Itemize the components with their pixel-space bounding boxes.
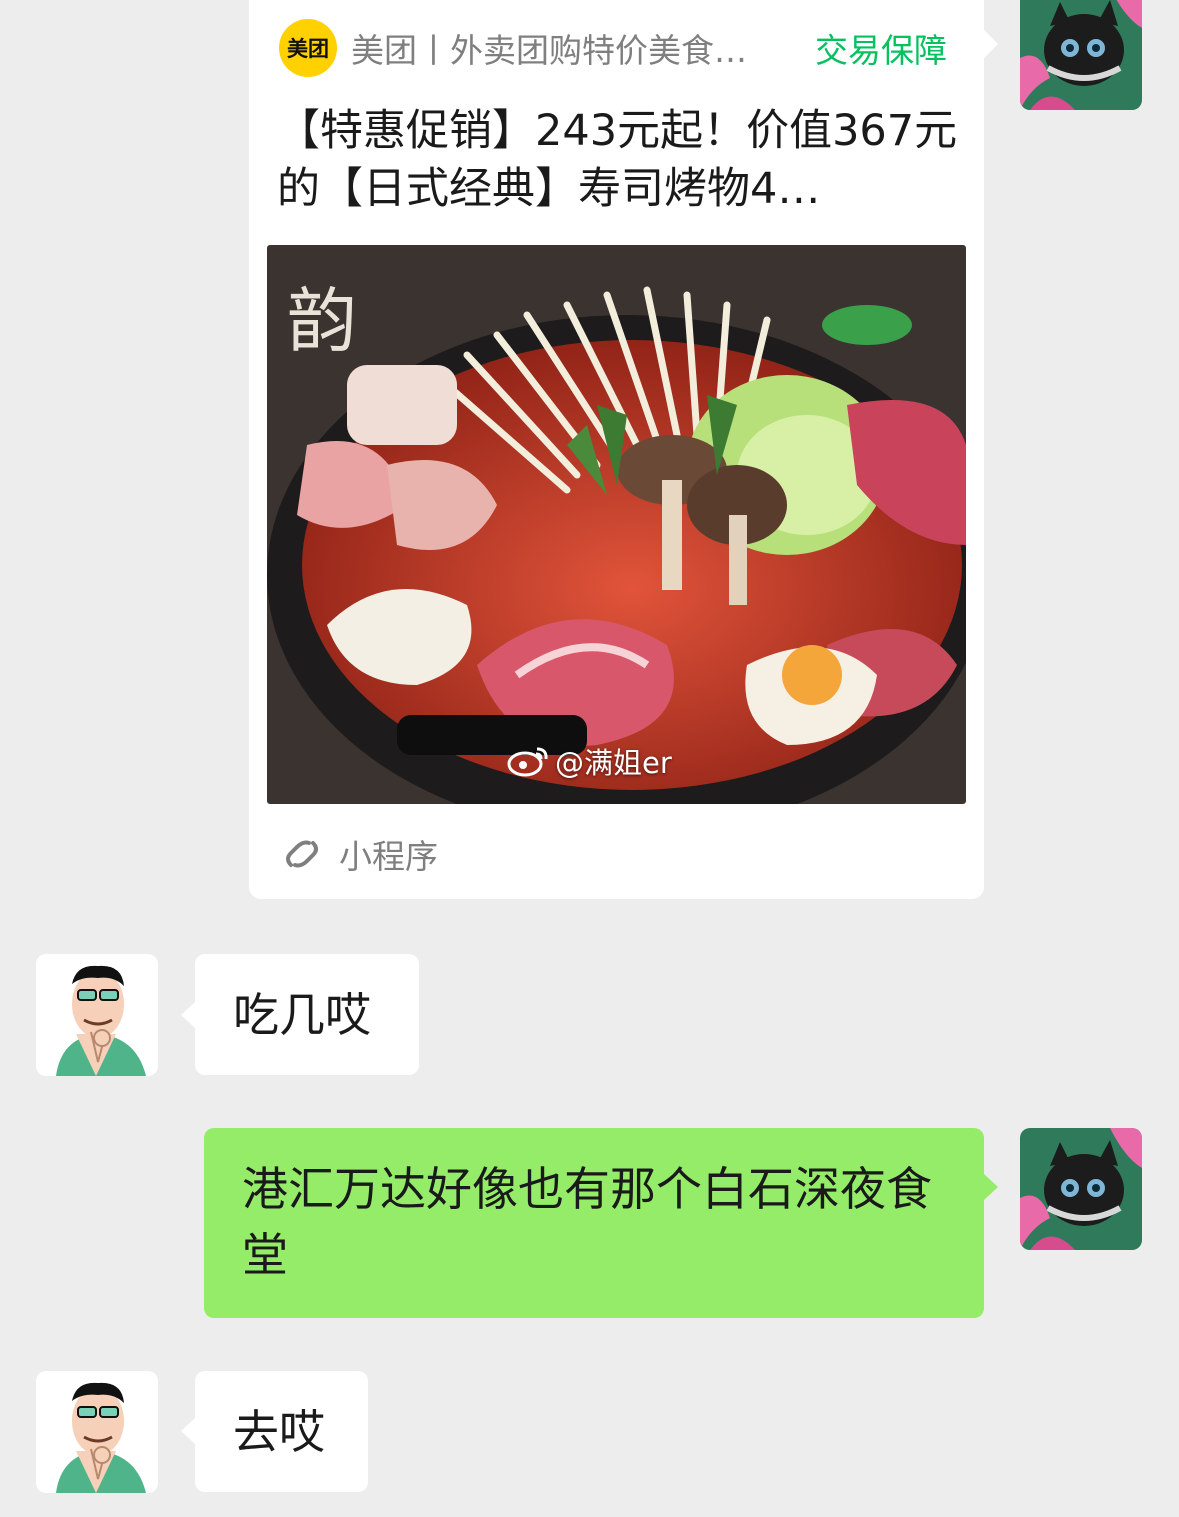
message-bubble-other[interactable]: 吃几哎 <box>195 954 419 1075</box>
bubble-tail <box>181 1002 195 1028</box>
message-text: 吃几哎 <box>233 988 371 1042</box>
other-avatar[interactable] <box>36 1371 158 1493</box>
mini-program-card[interactable]: 美团 美团丨外卖团购特价美食… 交易保障 【特惠促销】243元起！价值367元的… <box>249 0 984 899</box>
self-avatar[interactable] <box>1020 0 1142 110</box>
card-source-row: 美团 美团丨外卖团购特价美食… 交易保障 <box>279 18 969 78</box>
hotpot-photo: 韵 <box>267 245 966 804</box>
mini-program-label: 小程序 <box>339 837 438 876</box>
bubble-tail <box>181 1418 195 1444</box>
message-bubble-self[interactable]: 港汇万达好像也有那个白石深夜食堂 <box>204 1128 984 1318</box>
watermark-text: @满姐er <box>555 746 672 780</box>
card-image: 韵 <box>267 245 966 804</box>
guarantee-label: 交易保障 <box>815 31 947 70</box>
card-footer: 小程序 <box>283 830 438 878</box>
card-bubble-tail <box>984 30 998 58</box>
other-avatar[interactable] <box>36 954 158 1076</box>
message-bubble-other[interactable]: 去哎 <box>195 1371 368 1492</box>
self-avatar[interactable] <box>1020 1128 1142 1250</box>
image-watermark: @满姐er <box>507 740 672 782</box>
cartoon-man-avatar-icon <box>36 1371 158 1493</box>
weibo-icon <box>507 747 548 777</box>
cat-avatar-icon <box>1020 1128 1142 1250</box>
cartoon-man-avatar-icon <box>36 954 158 1076</box>
card-source-name: 美团丨外卖团购特价美食… <box>351 31 747 70</box>
svg-text:韵: 韵 <box>287 280 357 362</box>
cat-avatar-icon <box>1020 0 1142 110</box>
meituan-logo: 美团 <box>279 19 337 77</box>
mini-program-link-icon <box>286 840 318 868</box>
message-text: 港汇万达好像也有那个白石深夜食堂 <box>242 1162 932 1282</box>
message-text: 去哎 <box>233 1405 325 1459</box>
card-title: 【特惠促销】243元起！价值367元的【日式经典】寿司烤物4… <box>277 106 958 214</box>
bubble-tail <box>984 1174 998 1200</box>
